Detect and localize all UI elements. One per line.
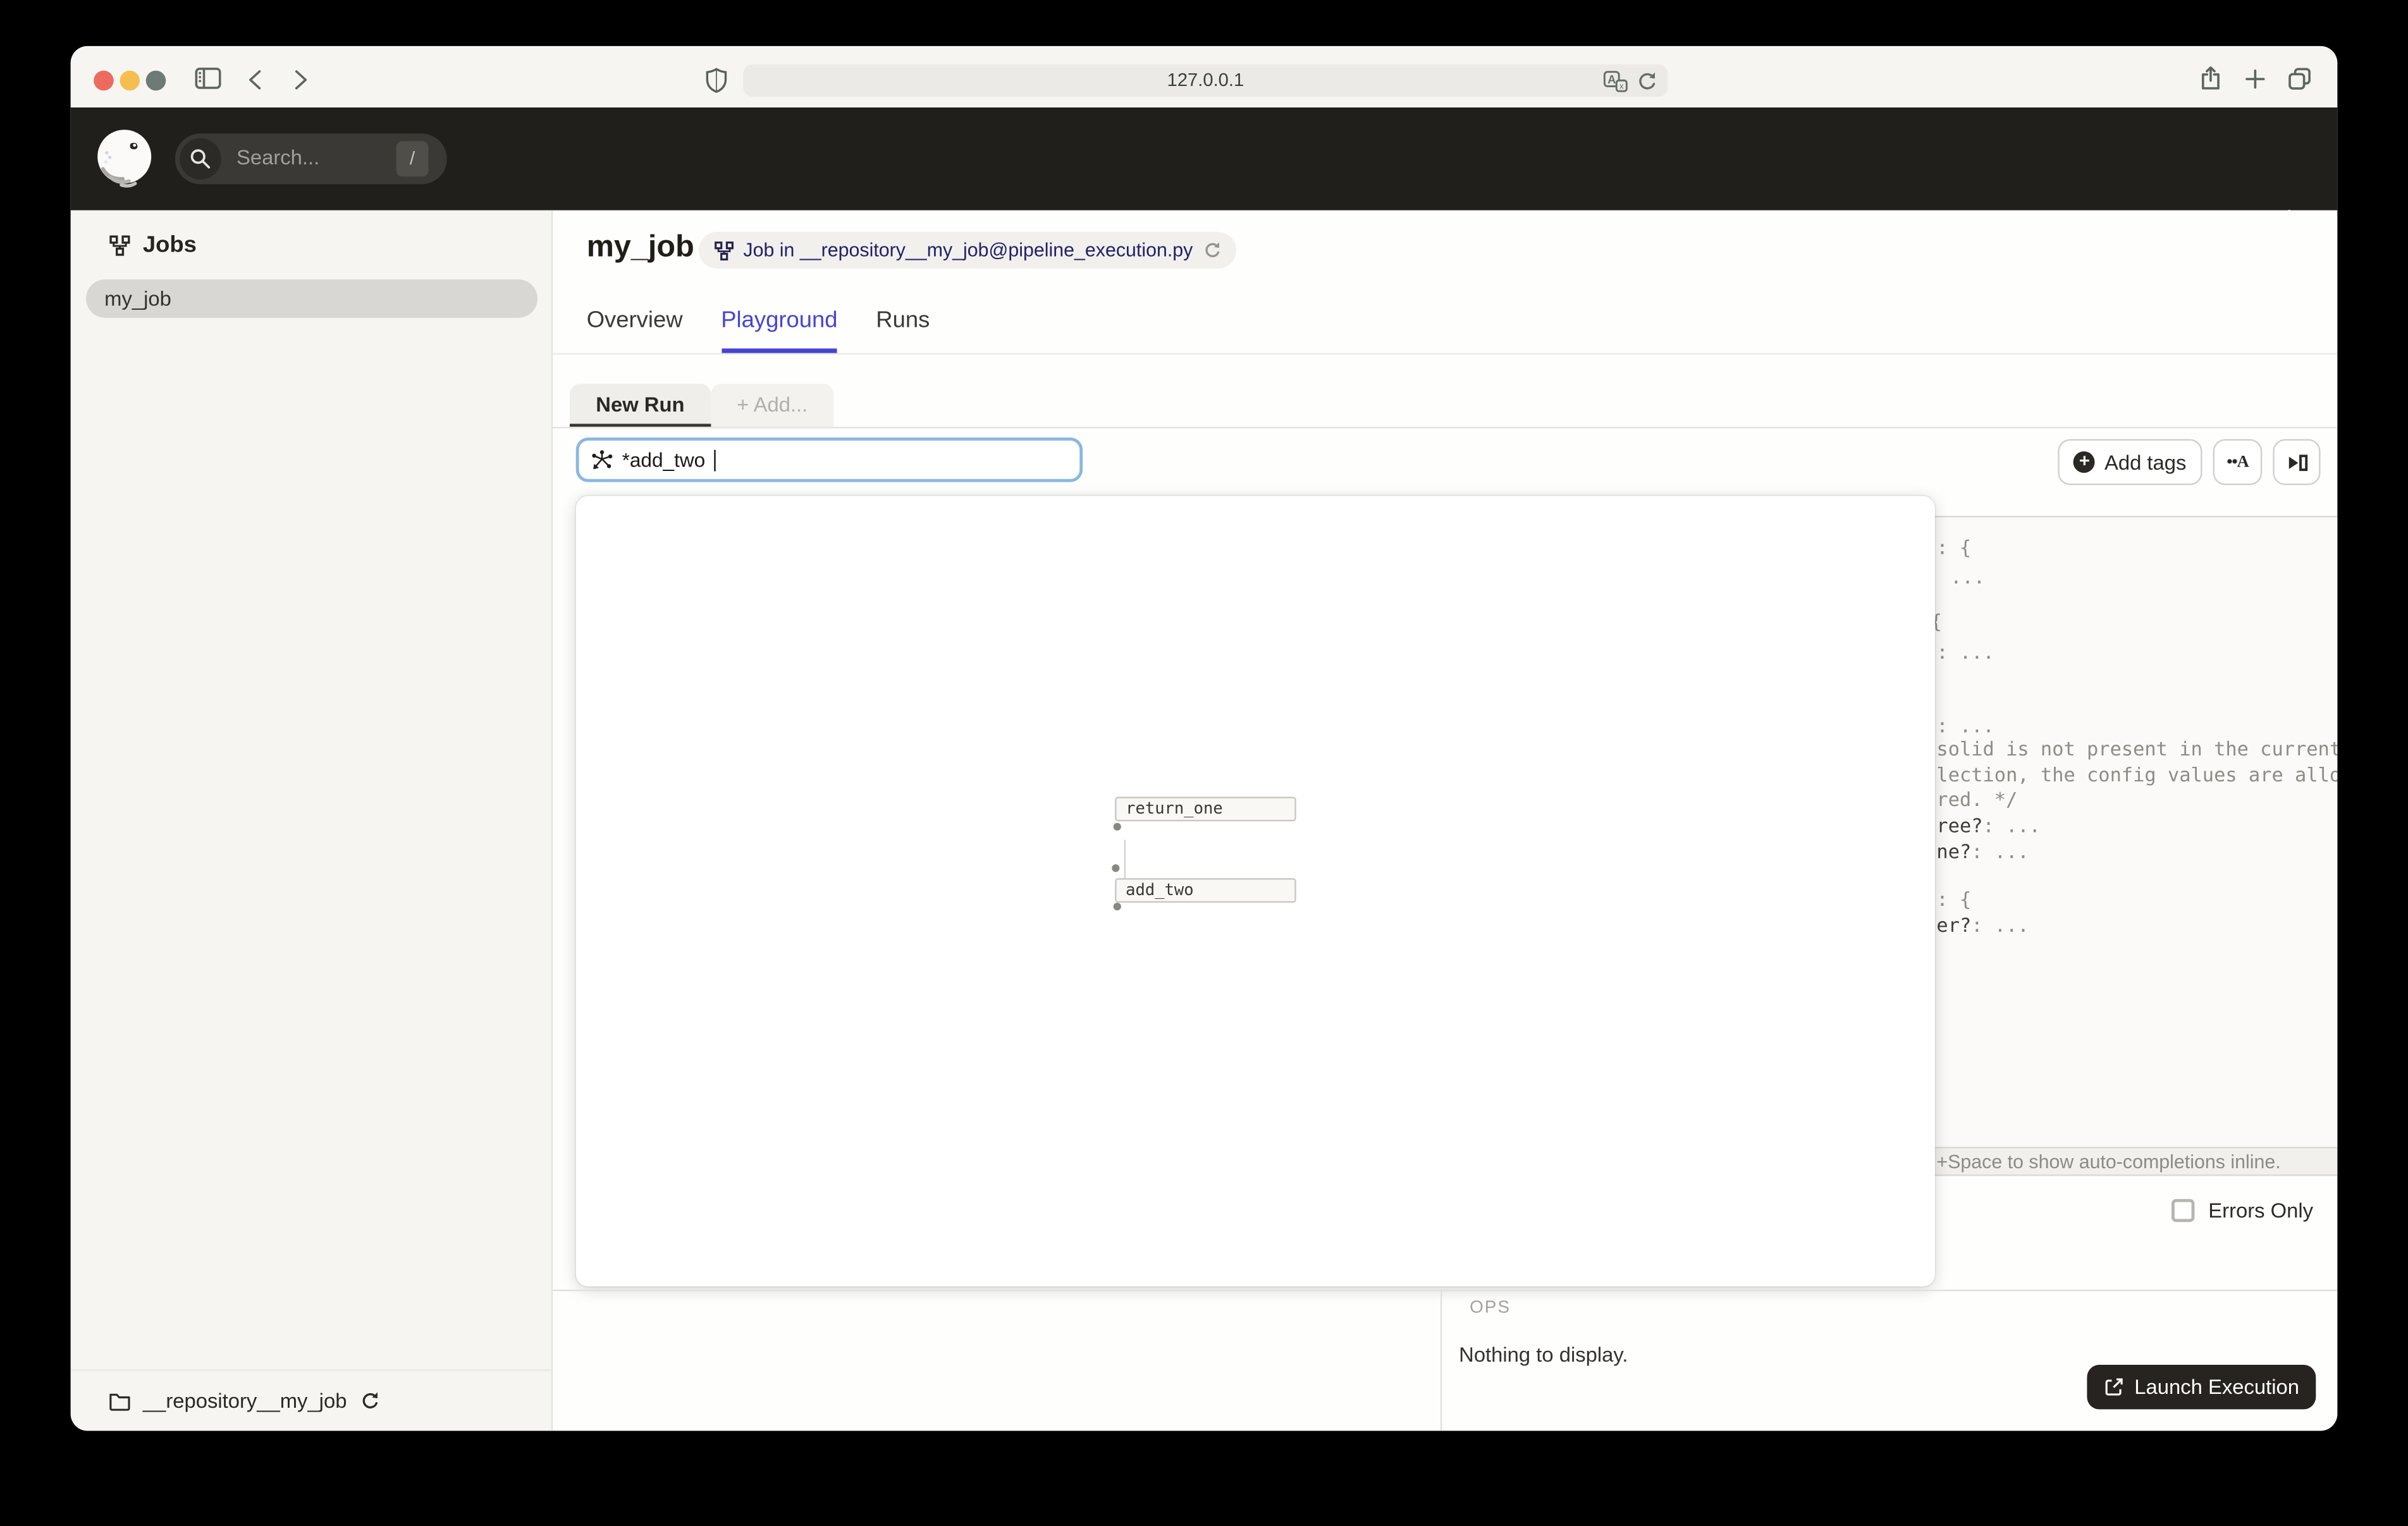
session-tabs-divider [553,426,2337,427]
dagster-logo[interactable] [95,129,156,190]
config-editor-line: : ... [1936,640,1994,666]
new-tab-icon[interactable] [2245,69,2266,89]
url-text: 127.0.0.1 [1167,69,1244,90]
ops-section-heading: OPS [1470,1299,1511,1317]
text-cursor [715,449,716,470]
page-tab[interactable]: Overview [587,307,683,353]
reload-icon[interactable] [1635,70,1657,91]
panel-toggle-button[interactable] [2273,439,2320,485]
config-editor-line: er?: ... [1936,913,2029,939]
jobs-section-title: Jobs [143,232,197,258]
repository-name: __repository__my_job [143,1389,347,1412]
jobs-section-header: Jobs [109,232,196,258]
errors-only-control: Errors Only [2172,1199,2313,1222]
config-editor-line: : { [1936,888,1971,913]
sidebar-toggle-icon[interactable] [195,68,221,89]
autocomplete-toggle-button[interactable]: ••A [2213,439,2263,485]
dag-canvas[interactable]: return_one add_two [576,496,1935,1286]
config-editor-line: lection, the config values are allowed [1936,763,2337,789]
main-content: my_job Job in __repository__my_job@pipel… [553,211,2337,1431]
page-title: my_job [587,230,694,266]
sidebar-item-job[interactable]: my_job [86,279,538,318]
errors-only-checkbox[interactable] [2172,1199,2194,1222]
svg-text:A: A [1607,73,1616,85]
screen: 127.0.0.1 A x [0,0,2408,1526]
bottom-panel-divider [553,1290,2337,1291]
global-search[interactable]: Search... / [175,133,447,184]
browser-chrome: 127.0.0.1 A x [71,46,2338,107]
op-selector-icon [591,449,613,470]
job-origin-badge: Job in __repository__my_job@pipeline_exe… [699,232,1236,269]
config-editor-line: : { [1936,536,1971,562]
launch-execution-button[interactable]: Launch Execution [2087,1365,2316,1409]
share-icon[interactable] [2199,66,2222,90]
search-shortcut-badge: / [396,141,429,176]
op-selector-value: *add_two [622,448,706,471]
back-button[interactable] [247,69,262,90]
play-panel-icon [2286,452,2307,472]
dag-op-node[interactable]: return_one [1115,797,1296,821]
autocomplete-icon: ••A [2227,453,2248,471]
folder-icon [109,1391,130,1410]
search-icon [180,138,221,180]
config-editor-line: ... [1950,565,1985,591]
config-editor-line: ree?: ... [1936,814,2041,839]
plus-circle-icon: + [2073,451,2095,473]
zoom-window-button[interactable] [145,70,165,90]
job-graph-icon [109,234,130,255]
left-sidebar: Jobs my_job __repository__my_job [71,211,553,1431]
tabs-divider [553,353,2337,355]
close-window-button[interactable] [93,70,113,90]
tab-overview-icon[interactable] [2288,68,2311,90]
browser-window: 127.0.0.1 A x [71,46,2338,1431]
address-bar[interactable]: 127.0.0.1 A x [743,64,1668,97]
page-tab[interactable]: Runs [876,307,930,353]
ops-empty-message: Nothing to display. [1459,1343,1628,1366]
errors-only-label: Errors Only [2208,1199,2313,1222]
input-port[interactable] [1112,864,1119,872]
page-tab[interactable]: Playground [721,307,837,353]
config-editor-line: : ... [1936,714,1994,740]
session-tab[interactable]: + Add... [711,384,834,427]
translate-icon[interactable]: A x [1603,70,1628,91]
repository-footer[interactable]: __repository__my_job [71,1369,551,1431]
reload-repository-icon[interactable] [359,1391,379,1411]
bottom-panel-vertical-divider [1440,1290,1442,1431]
job-origin-text: Job in __repository__my_job@pipeline_exe… [743,240,1193,261]
dag-op-node[interactable]: add_two [1115,878,1296,903]
config-editor-line: red. */ [1936,788,2017,814]
output-port[interactable] [1114,823,1121,831]
launch-icon [2104,1377,2124,1397]
minimize-window-button[interactable] [119,70,139,90]
launch-execution-label: Launch Execution [2134,1376,2299,1398]
svg-text:x: x [1619,80,1624,90]
add-tags-label: Add tags [2104,451,2186,473]
session-tabs: New Run+ Add... [570,384,834,427]
search-placeholder: Search... [236,146,319,169]
page-tabs: Overview Playground Runs [587,307,930,353]
session-tab[interactable]: New Run [570,384,711,427]
app-header: Search... / RunsAssetsStatusWorkspace ⚙ [71,107,2338,211]
output-port[interactable] [1114,903,1121,910]
forward-button[interactable] [293,69,309,90]
dag-edge [1123,839,1126,878]
config-editor-line: ne?: ... [1936,839,2029,865]
add-tags-button[interactable]: + Add tags [2058,439,2202,485]
reload-job-icon[interactable] [1202,241,1220,259]
privacy-shield-icon [705,68,728,94]
config-editor-line: solid is not present in the current [1936,737,2337,763]
job-graph-icon [714,240,734,260]
op-selector-input[interactable]: *add_two [576,437,1083,482]
